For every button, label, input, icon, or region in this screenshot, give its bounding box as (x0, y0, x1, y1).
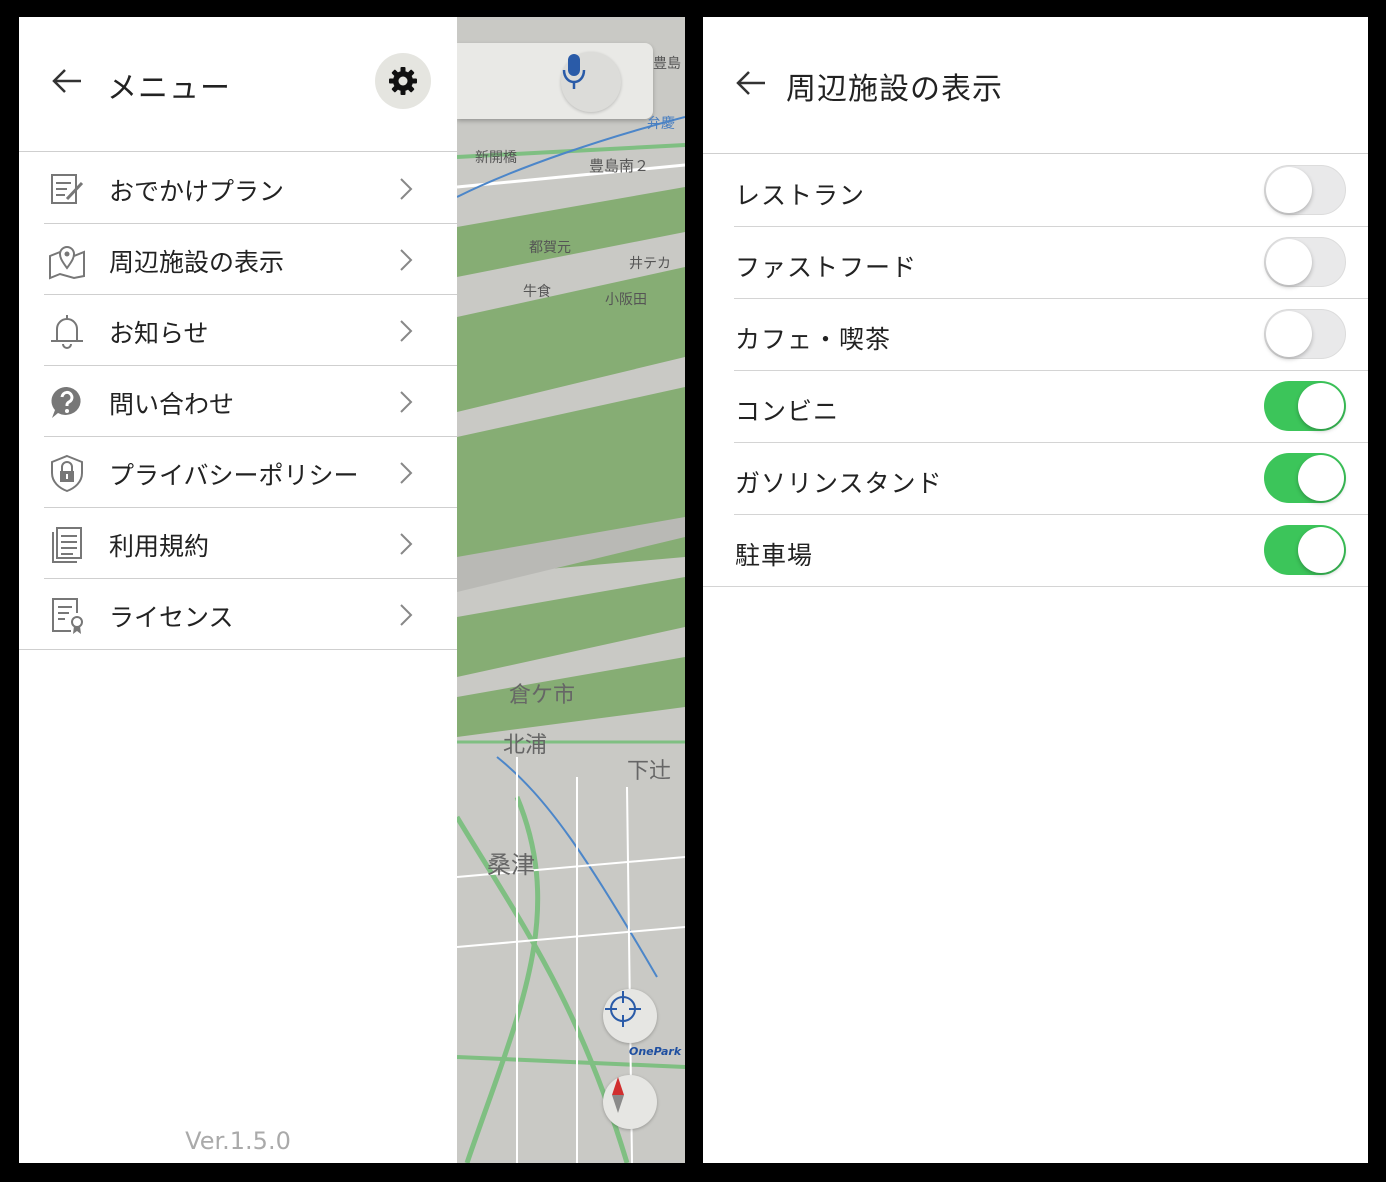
toggle-knob (1266, 239, 1312, 285)
map-label: 新開橋 (475, 150, 517, 166)
map-label: 北浦 (503, 733, 548, 758)
current-location-button[interactable] (603, 989, 657, 1043)
plan-edit-icon (51, 174, 84, 204)
gear-icon (389, 67, 417, 95)
convenience-store-toggle[interactable] (1264, 381, 1346, 431)
facility-row-fast-food: ファストフード (703, 227, 1368, 299)
app-version: Ver.1.5.0 (185, 1127, 291, 1155)
menu-header: メニュー (19, 17, 457, 152)
page-title: 周辺施設の表示 (786, 72, 1003, 107)
menu-item-license[interactable]: ライセンス (19, 579, 457, 650)
map-label: 倉ケ市 (509, 683, 576, 708)
chevron-right-icon (400, 320, 413, 342)
bell-icon (51, 315, 83, 349)
facility-row-cafe: カフェ・喫茶 (703, 299, 1368, 371)
menu-item-label: ライセンス (109, 603, 234, 632)
question-bubble-icon (51, 386, 81, 418)
map-label: 桑津 (487, 851, 535, 879)
chevron-right-icon (400, 604, 413, 626)
menu-item-label: プライバシーポリシー (109, 461, 359, 490)
microphone-icon (562, 54, 586, 89)
document-icon (52, 527, 82, 563)
toggle-knob (1298, 383, 1344, 429)
facility-label: コンビニ (735, 397, 840, 426)
menu-list: おでかけプラン 周辺施設の表示 お知らせ 問い合わせ プライバシーポリシー 利用… (19, 153, 457, 650)
chevron-right-icon (400, 249, 413, 271)
facility-label: ファストフード (735, 253, 918, 282)
map-label: 弁慶 (647, 116, 675, 132)
facility-row-gas-station: ガソリンスタンド (703, 443, 1368, 515)
cafe-toggle[interactable] (1264, 309, 1346, 359)
toggle-knob (1266, 311, 1312, 357)
back-arrow-icon[interactable] (51, 67, 83, 95)
map-label: 小阪田 (605, 292, 647, 308)
map-label: 井テカ (629, 256, 671, 272)
menu-item-label: お知らせ (109, 319, 209, 348)
compass-icon (612, 1077, 624, 1113)
map-label: 牛食 (523, 284, 551, 300)
facility-label: ガソリンスタンド (735, 469, 943, 498)
nearby-facilities-screen: 周辺施設の表示 レストラン ファストフード カフェ・喫茶 コンビニ ガソリンスタ… (703, 17, 1368, 1163)
menu-item-label: 問い合わせ (109, 390, 235, 419)
divider (19, 649, 457, 650)
settings-button[interactable] (375, 53, 431, 109)
toggle-knob (1298, 455, 1344, 501)
menu-item-notifications[interactable]: お知らせ (19, 295, 457, 366)
compass-button[interactable] (603, 1075, 657, 1129)
fast-food-toggle[interactable] (1264, 237, 1346, 287)
menu-item-label: おでかけプラン (109, 177, 285, 206)
menu-item-label: 利用規約 (109, 532, 210, 561)
menu-item-label: 周辺施設の表示 (109, 248, 285, 277)
license-certificate-icon (52, 598, 83, 634)
chevron-right-icon (400, 391, 413, 413)
back-arrow-icon[interactable] (735, 69, 767, 97)
side-menu: メニュー おでかけプラン 周辺施設の表示 お知らせ 問い合わせ プライバシーポリ… (19, 17, 457, 1163)
map-label: OnePark (629, 1045, 682, 1058)
facility-label: カフェ・喫茶 (735, 325, 892, 354)
toggle-knob (1298, 527, 1344, 573)
map-pin-icon (49, 246, 85, 280)
facility-row-restaurant: レストラン (703, 155, 1368, 227)
shield-lock-icon (51, 454, 83, 493)
facility-row-convenience-store: コンビニ (703, 371, 1368, 443)
facility-header: 周辺施設の表示 (703, 17, 1368, 154)
parking-toggle[interactable] (1264, 525, 1346, 575)
menu-item-outing-plan[interactable]: おでかけプラン (19, 153, 457, 224)
gas-station-toggle[interactable] (1264, 453, 1346, 503)
menu-item-nearby-facilities[interactable]: 周辺施設の表示 (19, 224, 457, 295)
menu-title: メニュー (107, 71, 231, 106)
map-canvas (457, 17, 685, 1163)
chevron-right-icon (400, 178, 413, 200)
menu-screen: 豊島 弁慶 新開橋 豊島南２ 都賀元 井テカ 牛食 小阪田 倉ケ市 北浦 下辻 … (19, 17, 685, 1163)
map-label: 都賀元 (529, 240, 571, 256)
facility-label: 駐車場 (735, 541, 814, 570)
menu-item-terms-of-use[interactable]: 利用規約 (19, 508, 457, 579)
toggle-knob (1266, 167, 1312, 213)
map-label: 豊島南２ (589, 157, 650, 175)
chevron-right-icon (400, 462, 413, 484)
facility-label: レストラン (735, 181, 866, 210)
restaurant-toggle[interactable] (1264, 165, 1346, 215)
map-label: 下辻 (627, 759, 672, 784)
voice-search-button[interactable] (561, 52, 621, 112)
map-view[interactable]: 豊島 弁慶 新開橋 豊島南２ 都賀元 井テカ 牛食 小阪田 倉ケ市 北浦 下辻 … (457, 17, 685, 1163)
divider (703, 586, 1368, 587)
facility-toggle-list: レストラン ファストフード カフェ・喫茶 コンビニ ガソリンスタンド 駐車場 (703, 155, 1368, 587)
search-bar[interactable] (457, 43, 653, 119)
menu-item-contact[interactable]: 問い合わせ (19, 366, 457, 437)
crosshair-icon (605, 991, 641, 1027)
facility-row-parking: 駐車場 (703, 515, 1368, 587)
menu-item-privacy-policy[interactable]: プライバシーポリシー (19, 437, 457, 508)
map-label: 豊島 (653, 56, 681, 72)
chevron-right-icon (400, 533, 413, 555)
